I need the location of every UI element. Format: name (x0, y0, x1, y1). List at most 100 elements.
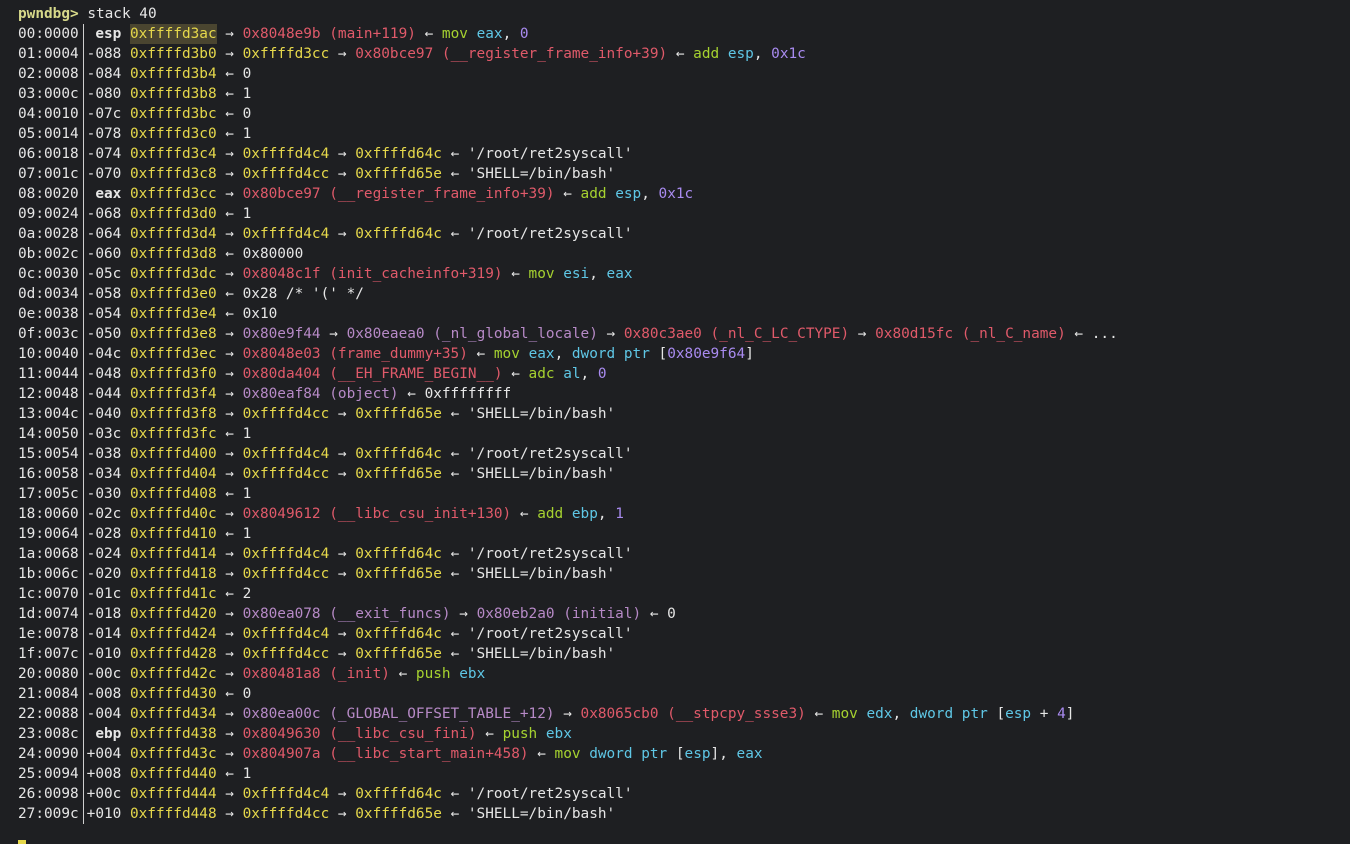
stack-address[interactable]: 0xffffd440 (130, 764, 217, 784)
column-divider (82, 664, 84, 684)
stack-address[interactable]: 0xffffd3d4 (130, 224, 217, 244)
value-text: ← '/root/ret2syscall' (441, 626, 633, 642)
stack-address[interactable]: 0xffffd3ac (129, 24, 217, 44)
frame-offset: -028 (86, 526, 130, 542)
asm-immediate: 0x80e9f64 (667, 346, 746, 362)
value-text: , (502, 26, 520, 42)
stack-address[interactable]: 0xffffd40c (130, 504, 217, 524)
value-text: → (329, 806, 356, 822)
pointer-code: 0x80bce97 (__register_frame_info+39) (242, 186, 555, 202)
stack-address[interactable]: 0xffffd3b8 (130, 84, 217, 104)
stack-address[interactable]: 0xffffd434 (130, 704, 217, 724)
value-text (555, 364, 564, 384)
stack-address[interactable]: 0xffffd3b0 (130, 44, 217, 64)
value-text: → (216, 646, 243, 662)
pointer-stack: 0xffffd65e (355, 406, 442, 422)
stack-index: 0c:0030 (18, 266, 79, 282)
pointer-code: 0x804907a (__libc_start_main+458) (242, 746, 529, 762)
stack-address[interactable]: 0xffffd3e4 (130, 304, 217, 324)
column-divider (82, 144, 84, 164)
pointer-stack: 0xffffd64c (355, 786, 442, 802)
stack-index: 15:0054 (18, 446, 79, 462)
column-divider (82, 584, 84, 604)
value-text: → (329, 466, 356, 482)
asm-immediate: 0x1c (771, 46, 806, 62)
stack-address[interactable]: 0xffffd430 (130, 684, 217, 704)
stack-address[interactable]: 0xffffd3b4 (130, 64, 217, 84)
stack-address[interactable]: 0xffffd3e0 (130, 284, 217, 304)
pointer-stack: 0xffffd64c (355, 146, 442, 162)
frame-offset: -024 (86, 546, 130, 562)
value-text: ← 0xffffffff (398, 386, 512, 402)
asm-mnemonic: adc (528, 366, 555, 382)
frame-offset: -040 (86, 406, 130, 422)
stack-address[interactable]: 0xffffd3f8 (130, 404, 217, 424)
stack-address[interactable]: 0xffffd3d0 (130, 204, 217, 224)
column-divider (82, 684, 84, 704)
stack-address[interactable]: 0xffffd438 (130, 724, 217, 744)
column-divider (82, 484, 84, 504)
pointer-code: 0x8048c1f (init_cacheinfo+319) (242, 266, 503, 282)
stack-address[interactable]: 0xffffd420 (130, 604, 217, 624)
column-divider (82, 24, 84, 44)
stack-row: 15:0054 -038 0xffffd400 → 0xffffd4c4 → 0x… (18, 444, 1350, 464)
stack-address[interactable]: 0xffffd3e8 (130, 324, 217, 344)
asm-immediate: 4 (1057, 706, 1066, 722)
stack-address[interactable]: 0xffffd3c0 (130, 124, 217, 144)
stack-address[interactable]: 0xffffd3f4 (130, 384, 217, 404)
asm-operand: al (563, 366, 581, 382)
stack-address[interactable]: 0xffffd428 (130, 644, 217, 664)
stack-address[interactable]: 0xffffd3c4 (130, 144, 217, 164)
stack-address[interactable]: 0xffffd418 (130, 564, 217, 584)
command-line[interactable]: pwndbg> stack 40 (18, 4, 1350, 24)
value-text: → (216, 666, 243, 682)
value-text: → (329, 546, 356, 562)
stack-address[interactable]: 0xffffd424 (130, 624, 217, 644)
frame-offset: -080 (86, 86, 130, 102)
value-text: ← (476, 726, 503, 742)
stack-row: 20:0080 -00c 0xffffd42c → 0x80481a8 (_ini… (18, 664, 1350, 684)
stack-address[interactable]: 0xffffd404 (130, 464, 217, 484)
value-text: → (216, 606, 243, 622)
frame-offset: -050 (86, 326, 130, 342)
value-text: ← (528, 746, 555, 762)
value-text: ← 0x80000 (216, 246, 304, 262)
value-text: → (216, 346, 243, 362)
value-text: → (554, 706, 581, 722)
terminal-window[interactable]: pwndbg> stack 40 00:0000 esp 0xffffd3ac … (0, 0, 1350, 844)
stack-address[interactable]: 0xffffd400 (130, 444, 217, 464)
stack-address[interactable]: 0xffffd3c8 (130, 164, 217, 184)
stack-address[interactable]: 0xffffd3d8 (130, 244, 217, 264)
stack-address[interactable]: 0xffffd444 (130, 784, 217, 804)
stack-address[interactable]: 0xffffd41c (130, 584, 217, 604)
stack-address[interactable]: 0xffffd3fc (130, 424, 217, 444)
column-divider (82, 444, 84, 464)
stack-index: 09:0024 (18, 206, 79, 222)
value-text: → (216, 726, 243, 742)
column-divider (82, 724, 84, 744)
stack-row: 13:004c -040 0xffffd3f8 → 0xffffd4cc → 0x… (18, 404, 1350, 424)
stack-address[interactable]: 0xffffd3ec (130, 344, 217, 364)
stack-address[interactable]: 0xffffd3bc (130, 104, 217, 124)
stack-address[interactable]: 0xffffd43c (130, 744, 217, 764)
asm-mnemonic: push (502, 726, 538, 742)
value-text: → (216, 166, 243, 182)
value-text: ← (805, 706, 832, 722)
stack-address[interactable]: 0xffffd3dc (130, 264, 217, 284)
value-text: ← '/root/ret2syscall' (441, 226, 633, 242)
stack-address[interactable]: 0xffffd448 (130, 804, 217, 824)
stack-address[interactable]: 0xffffd3f0 (130, 364, 217, 384)
value-text: → (329, 646, 356, 662)
stack-address[interactable]: 0xffffd408 (130, 484, 217, 504)
stack-address[interactable]: 0xffffd414 (130, 544, 217, 564)
value-text: ← (502, 266, 529, 282)
value-text: → (329, 626, 356, 642)
stack-address[interactable]: 0xffffd42c (130, 664, 217, 684)
stack-address[interactable]: 0xffffd3cc (130, 184, 217, 204)
stack-address[interactable]: 0xffffd410 (130, 524, 217, 544)
value-text: ] (745, 346, 754, 362)
pointer-code: 0x8048e03 (frame_dummy+35) (242, 346, 468, 362)
frame-offset: -07c (86, 106, 130, 122)
stack-row: 04:0010 -07c 0xffffd3bc ← 0 (18, 104, 1350, 124)
pointer-data: 0x80eaf84 (object) (242, 386, 399, 402)
